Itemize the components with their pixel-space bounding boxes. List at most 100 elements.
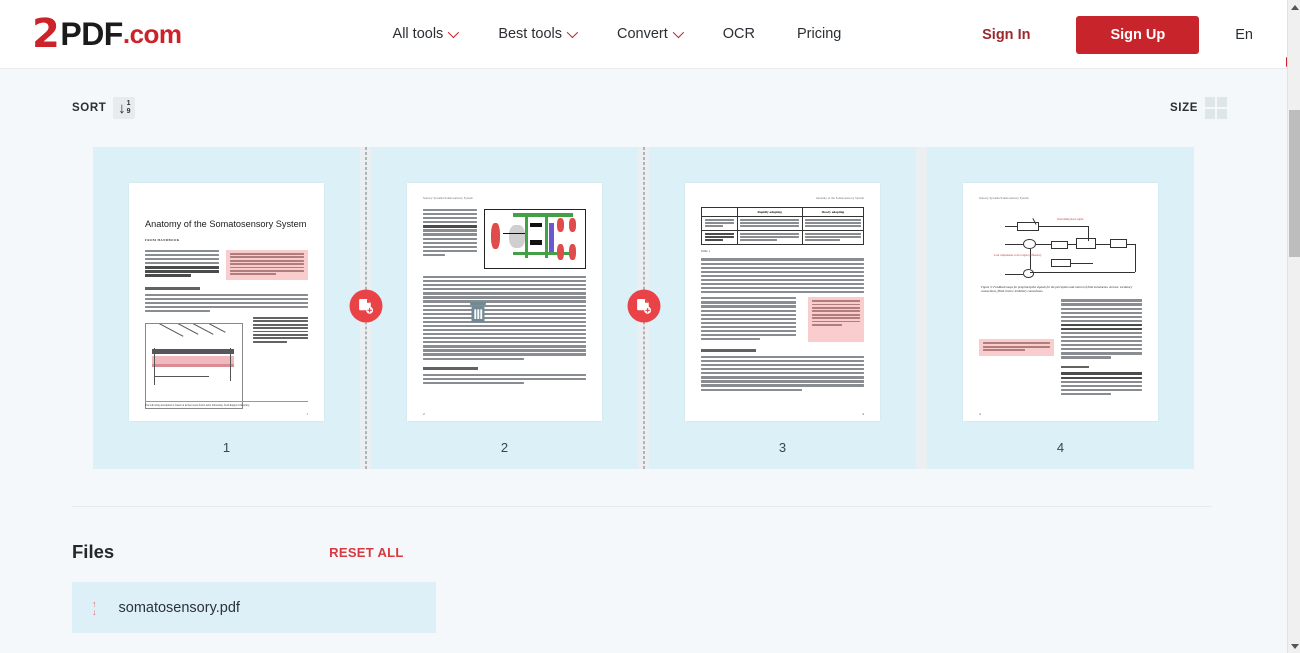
sort-control[interactable]: SORT ↓ 1 9 (72, 97, 136, 119)
list-item[interactable]: ↑ ↓ somatosensory.pdf (72, 582, 436, 633)
nav-label: OCR (722, 26, 755, 42)
arrow-down-glyph: ↓ (92, 606, 97, 617)
page-scrollbar[interactable] (1287, 0, 1300, 653)
nav-label: All tools (392, 26, 444, 42)
scroll-up-button[interactable] (1288, 0, 1300, 14)
page-number-label-4: 4 (1056, 440, 1065, 455)
page-3-receptor-table: Rapidly adapting Slowly adapting (701, 207, 865, 246)
sign-in-link[interactable]: Sign In (966, 19, 1046, 51)
page-1-content: Anatomy of the Somatosensory System FROM… (129, 183, 324, 421)
page-gap-3-4[interactable] (916, 147, 927, 469)
logo-2-mark: 2 (32, 11, 60, 57)
grid-cell (1205, 97, 1215, 107)
grid-cell (1217, 97, 1227, 107)
page-2-folio: 2 (423, 412, 425, 416)
skin-cross-section-figure (145, 323, 243, 410)
grid-2x2-icon[interactable] (1205, 97, 1227, 119)
header-actions: Sign In Sign Up En (966, 0, 1267, 69)
grid-cell (1217, 109, 1227, 119)
page-2-header-text: Sensory Systems/Somatosensory System (423, 197, 473, 200)
insert-page-after-2-button[interactable] (627, 289, 660, 323)
nav-item-pricing[interactable]: Pricing (776, 18, 862, 50)
language-selector[interactable]: En (1221, 19, 1267, 51)
scrollbar-thumb[interactable] (1289, 110, 1300, 257)
site-header: 2 PDF .com All tools Best tools Convert … (0, 0, 1294, 69)
page-2-subheading (423, 366, 479, 370)
figure-annotation-1: Descending motor signal (1057, 218, 1084, 222)
page-paper: Anatomy of the Somatosensory System Rapi… (685, 183, 880, 421)
drag-up-down-icon[interactable]: ↑ ↓ (92, 599, 97, 617)
page-thumbnail-4[interactable]: Sensory Systems/Somatosensory System Des… (927, 147, 1194, 469)
page-1-footnote: The following description is based on le… (145, 401, 308, 407)
table-row (701, 215, 865, 232)
sort-icon-bottom-number: 9 (126, 108, 131, 115)
chevron-down-icon (448, 26, 460, 39)
page-paper: Anatomy of the Somatosensory System FROM… (129, 183, 324, 421)
page-number-label-3: 3 (778, 440, 787, 455)
page-3-subheading (701, 349, 757, 352)
page-4-content: Sensory Systems/Somatosensory System Des… (963, 183, 1158, 421)
sort-ascending-icon[interactable]: ↓ 1 9 (113, 97, 136, 119)
logo-com-text: .com (122, 18, 182, 49)
page-4-note-box (979, 339, 1054, 356)
page-paper: Sensory Systems/Somatosensory System (963, 183, 1158, 421)
main-navigation: All tools Best tools Convert OCR Pricing (372, 18, 863, 50)
page-3-header-text: Anatomy of the Somatosensory System (815, 197, 864, 200)
size-label: SIZE (1170, 102, 1198, 114)
files-header-row: Files RESET ALL (72, 541, 1300, 563)
grid-cell (1205, 109, 1215, 119)
files-section-title: Files (72, 541, 115, 562)
sort-icon-top-number: 1 (126, 100, 131, 108)
nav-label: Best tools (498, 26, 562, 42)
sort-icon-numbers: 1 9 (127, 100, 131, 115)
nav-item-best-tools[interactable]: Best tools (477, 18, 596, 50)
page-thumbnail-3[interactable]: Anatomy of the Somatosensory System Rapi… (649, 147, 916, 469)
page-1-body-column (145, 250, 219, 280)
trash-icon (470, 301, 487, 322)
page-4-header-text: Sensory Systems/Somatosensory System (979, 197, 1029, 200)
delete-page-2-button[interactable] (468, 301, 489, 329)
nav-item-all-tools[interactable]: All tools (372, 18, 478, 50)
page-1-byline: FROM HANDBOOK (145, 238, 180, 242)
page-4-figure-caption: Figure 3: Feedback loops for propriocept… (981, 285, 1133, 294)
page-thumbnail-2[interactable]: Sensory Systems/Somatosensory System 2 2 (371, 147, 638, 469)
page-4-folio: 4 (979, 412, 981, 416)
page-1-title: Anatomy of the Somatosensory System (145, 219, 307, 229)
sign-up-button[interactable]: Sign Up (1076, 15, 1200, 54)
page-gap-1-2[interactable] (349, 147, 382, 469)
table-col-slowly-adapting: Slowly adapting (801, 207, 865, 217)
nav-item-convert[interactable]: Convert (596, 18, 702, 50)
page-paper: Sensory Systems/Somatosensory System (407, 183, 602, 421)
page-3-folio: 4 (862, 412, 864, 416)
reset-all-button[interactable]: RESET ALL (329, 545, 403, 560)
page-thumbnails-strip: Anatomy of the Somatosensory System FROM… (93, 147, 1194, 469)
page-number-label-2: 2 (500, 440, 509, 455)
nav-label: Convert (616, 26, 668, 42)
logo-pdf-text: PDF (60, 15, 123, 52)
page-thumbnail-1[interactable]: Anatomy of the Somatosensory System FROM… (93, 147, 360, 469)
document-plus-icon (637, 298, 652, 314)
sort-label: SORT (72, 102, 107, 114)
size-control[interactable]: SIZE (1170, 97, 1227, 119)
arrow-down-glyph: ↓ (118, 99, 126, 117)
file-name-label: somatosensory.pdf (118, 599, 240, 616)
nav-item-ocr[interactable]: OCR (702, 18, 776, 50)
section-divider (72, 506, 1212, 507)
table-col-rapidly-adapting: Rapidly adapting (736, 207, 803, 217)
document-plus-icon (359, 298, 374, 314)
page-3-note-box (807, 297, 864, 343)
triangle-up-icon (1290, 4, 1299, 10)
page-gap-2-3[interactable] (627, 147, 660, 469)
page-1-note-box (226, 250, 308, 280)
chevron-down-icon (672, 26, 684, 39)
site-logo[interactable]: 2 PDF .com (32, 11, 1294, 67)
page-1-folio: 1 (306, 412, 308, 416)
feedback-loop-figure: Descending motor signal Load compensates… (983, 209, 1138, 281)
chevron-down-icon (566, 26, 579, 39)
triangle-down-icon (1290, 643, 1299, 649)
insert-page-after-1-button[interactable] (349, 289, 382, 323)
scroll-down-button[interactable] (1288, 639, 1300, 653)
page-3-table-label: Table 1 (701, 249, 710, 254)
muscle-spindle-figure (483, 209, 586, 269)
page-3-content: Anatomy of the Somatosensory System Rapi… (685, 183, 880, 421)
